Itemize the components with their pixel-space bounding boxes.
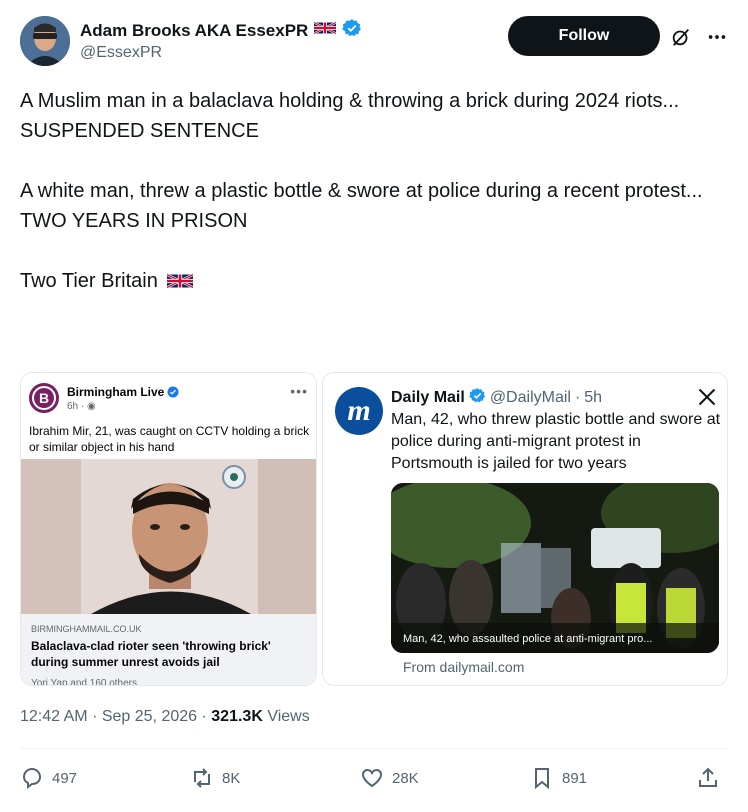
- tweet-date[interactable]: Sep 25, 2026: [102, 708, 197, 725]
- tweet-paragraph: A white man, threw a plastic bottle & sw…: [20, 176, 728, 236]
- tweet-line: Two Tier Britain: [20, 270, 158, 292]
- repost-count: 8K: [222, 769, 241, 787]
- photo-caption: Man, 42, who assaulted police at anti-mi…: [403, 633, 653, 645]
- share-icon: [699, 767, 717, 787]
- bookmark-icon: [535, 768, 549, 790]
- quoted-handle: @DailyMail: [489, 389, 571, 406]
- page-name: Birmingham Live: [67, 385, 179, 399]
- birmingham-live-logo: B: [29, 383, 59, 413]
- quoted-author-row: Daily Mail @DailyMail · 5h: [391, 387, 602, 409]
- tweet-line: TWO YEARS IN PRISON: [20, 210, 248, 232]
- link-preview: BIRMINGHAMMAIL.CO.UK Balaclava-clad riot…: [21, 614, 316, 686]
- uk-flag-icon: [313, 21, 337, 40]
- quoted-name: Daily Mail: [391, 389, 465, 406]
- reaction-summary: Yori Yap and 160 others: [31, 678, 138, 686]
- daily-mail-screenshot[interactable]: m Daily Mail @DailyMail · 5h Man, 42, wh…: [322, 372, 728, 686]
- author-display-name[interactable]: Adam Brooks AKA EssexPR: [80, 21, 308, 41]
- birmingham-live-screenshot[interactable]: B Birmingham Live 6h · ◉ ••• Ibrahim Mir…: [20, 372, 317, 686]
- protest-photo: Man, 42, who assaulted police at anti-mi…: [391, 483, 719, 653]
- share-button[interactable]: [696, 766, 720, 790]
- follow-button[interactable]: Follow: [508, 16, 660, 56]
- more-options-icon[interactable]: [706, 26, 728, 48]
- quoted-time: 5h: [584, 389, 603, 406]
- repost-icon: [194, 768, 210, 788]
- verified-badge-icon: [468, 387, 486, 409]
- tweet-line: SUSPENDED SENTENCE: [20, 120, 259, 142]
- link-headline: Balaclava-clad rioter seen 'throwing bri…: [31, 639, 271, 669]
- action-bar: 497 8K 28K 891: [20, 766, 728, 796]
- tweet-time[interactable]: 12:42 AM: [20, 708, 88, 725]
- verified-badge-icon: [342, 18, 362, 43]
- link-source: From dailymail.com: [403, 659, 525, 675]
- bookmark-count: 891: [562, 769, 588, 787]
- views-label: Views: [267, 708, 310, 725]
- post-time: 6h · ◉: [67, 401, 96, 412]
- uk-flag-icon: [166, 269, 194, 299]
- reply-count: 497: [52, 769, 78, 787]
- reply-icon: [22, 767, 42, 789]
- more-options-icon: •••: [290, 383, 308, 399]
- author-avatar[interactable]: [20, 16, 70, 66]
- tweet-meta: 12:42 AM · Sep 25, 2026 · 321.3K Views: [20, 708, 310, 725]
- repost-button[interactable]: 8K: [190, 766, 240, 790]
- tweet-line: A Muslim man in a balaclava holding & th…: [20, 90, 680, 112]
- globe-icon: ◉: [87, 401, 96, 412]
- quoted-text: Man, 42, who threw plastic bottle and sw…: [391, 411, 721, 472]
- like-button[interactable]: 28K: [360, 766, 419, 790]
- tweet-line: A white man, threw a plastic bottle & sw…: [20, 180, 703, 202]
- grok-icon[interactable]: [670, 26, 692, 48]
- author-handle[interactable]: @EssexPR: [80, 44, 162, 62]
- like-count: 28K: [392, 769, 419, 787]
- views-count: 321.3K: [211, 708, 263, 725]
- link-domain: BIRMINGHAMMAIL.CO.UK: [31, 624, 142, 634]
- tweet-paragraph: A Muslim man in a balaclava holding & th…: [20, 86, 728, 146]
- tweet-paragraph: Two Tier Britain: [20, 266, 728, 299]
- reply-button[interactable]: 497: [20, 766, 77, 790]
- daily-mail-logo: m: [335, 387, 383, 435]
- x-logo-icon: [697, 387, 717, 407]
- tweet-header: Adam Brooks AKA EssexPR @EssexPR Follow: [20, 16, 728, 72]
- heart-icon: [361, 768, 383, 788]
- tweet-text: A Muslim man in a balaclava holding & th…: [20, 86, 728, 329]
- divider: [20, 748, 728, 749]
- tweet-media[interactable]: B Birmingham Live 6h · ◉ ••• Ibrahim Mir…: [20, 372, 728, 686]
- mugshot-image: [21, 459, 316, 614]
- post-text: Ibrahim Mir, 21, was caught on CCTV hold…: [29, 424, 310, 454]
- bookmark-button[interactable]: 891: [530, 766, 587, 790]
- author-name-row[interactable]: Adam Brooks AKA EssexPR: [80, 18, 362, 43]
